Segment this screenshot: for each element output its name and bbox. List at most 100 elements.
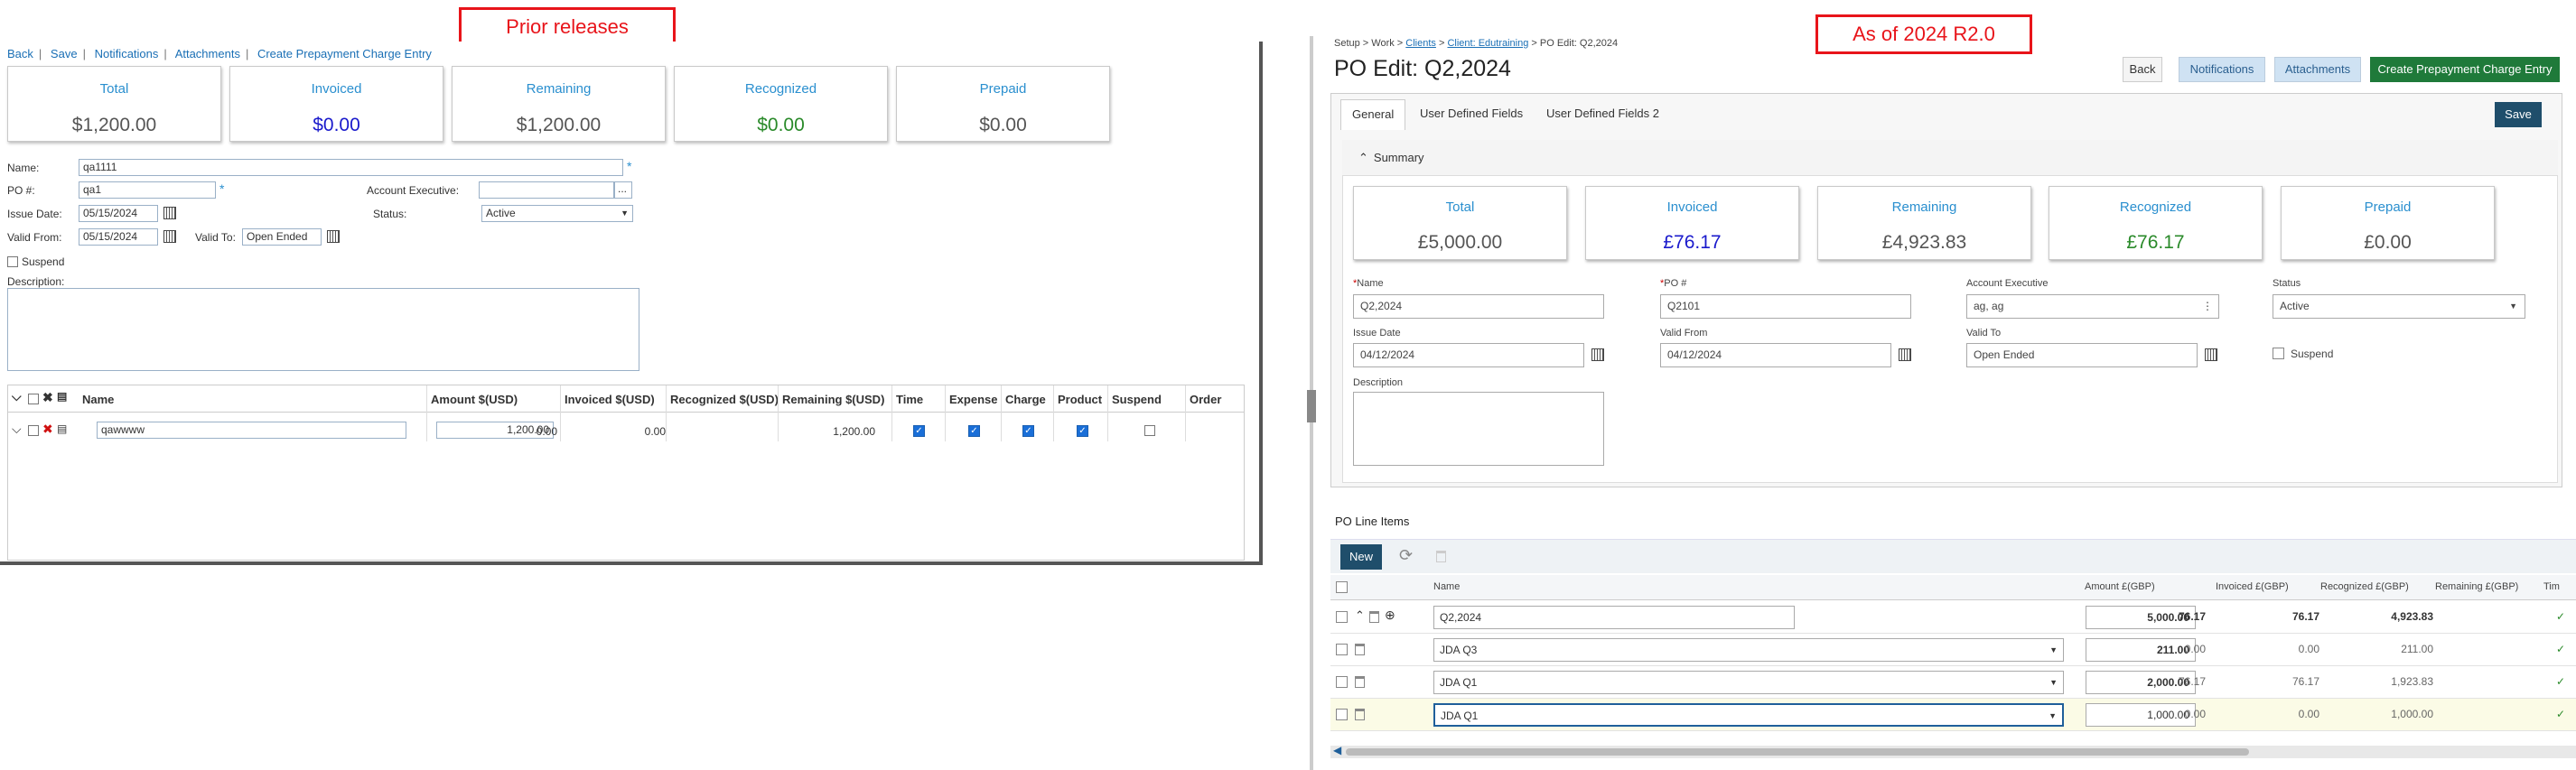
old-valid-to-field[interactable]: Open Ended: [242, 228, 322, 246]
valid-from-field[interactable]: 04/12/2024: [1660, 343, 1891, 367]
row-checkbox[interactable]: [28, 425, 39, 436]
breadcrumb-client-link[interactable]: Client: Edutraining: [1447, 38, 1528, 49]
attachments-button[interactable]: Attachments: [2274, 57, 2361, 82]
col-suspend[interactable]: Suspend: [1112, 393, 1162, 406]
breadcrumb-clients-link[interactable]: Clients: [1405, 38, 1436, 49]
select-all-checkbox[interactable]: [28, 394, 39, 404]
col-name[interactable]: Name: [1433, 581, 1460, 592]
tab-user-defined-fields[interactable]: User Defined Fields: [1409, 99, 1534, 130]
list-icon[interactable]: ▤: [57, 390, 67, 403]
valid-to-field[interactable]: Open Ended: [1966, 343, 2198, 367]
old-ae-field[interactable]: [479, 181, 614, 199]
row-checkbox[interactable]: [1336, 611, 1348, 623]
old-description-textarea[interactable]: [7, 288, 639, 371]
col-time[interactable]: Tim: [2543, 581, 2560, 592]
scrollbar-thumb[interactable]: [1346, 748, 2249, 756]
row-name-input[interactable]: Q2,2024: [1433, 606, 1795, 629]
old-prepayment-link[interactable]: Create Prepayment Charge Entry: [257, 47, 432, 60]
create-prepayment-button[interactable]: Create Prepayment Charge Entry: [2370, 57, 2560, 82]
issue-date-field[interactable]: 04/12/2024: [1353, 343, 1584, 367]
suspend-checkbox[interactable]: [1144, 425, 1155, 436]
col-amount[interactable]: Amount $(USD): [431, 393, 518, 406]
product-checkbox[interactable]: ✓: [1077, 425, 1088, 437]
row-checkbox[interactable]: [1336, 644, 1348, 655]
account-executive-field[interactable]: ag, ag ⋮: [1966, 294, 2219, 319]
select-all-checkbox[interactable]: [1336, 581, 1348, 593]
row-checkbox[interactable]: [1336, 709, 1348, 720]
pane-divider-handle[interactable]: [1307, 390, 1316, 422]
col-expense[interactable]: Expense: [949, 393, 997, 406]
col-invoiced[interactable]: Invoiced $(USD): [565, 393, 655, 406]
col-charge[interactable]: Charge: [1005, 393, 1046, 406]
add-child-icon[interactable]: ⊕: [1385, 608, 1395, 623]
old-po-field[interactable]: qa1: [79, 181, 216, 199]
summary-header[interactable]: ⌃ Summary: [1342, 140, 2558, 176]
col-remaining[interactable]: Remaining £(GBP): [2435, 581, 2518, 592]
status-select[interactable]: Active ▼: [2273, 294, 2525, 319]
notifications-button[interactable]: Notifications: [2179, 57, 2265, 82]
trash-icon[interactable]: [1355, 676, 1365, 688]
row-checkbox[interactable]: [1336, 676, 1348, 688]
delete-icon[interactable]: ✖: [42, 390, 53, 405]
old-valid-from-field[interactable]: 05/15/2024: [79, 228, 158, 246]
col-amount[interactable]: Amount £(GBP): [2085, 581, 2155, 592]
col-name[interactable]: Name: [82, 393, 114, 406]
calendar-icon[interactable]: [1899, 348, 1911, 361]
col-remaining[interactable]: Remaining $(USD): [782, 393, 884, 406]
old-issue-date-field[interactable]: 05/15/2024: [79, 205, 158, 222]
tab-user-defined-fields-2[interactable]: User Defined Fields 2: [1535, 99, 1670, 130]
col-invoiced[interactable]: Invoiced £(GBP): [2216, 581, 2289, 592]
row-name-input[interactable]: qawwww: [97, 422, 406, 439]
description-textarea[interactable]: [1353, 392, 1604, 466]
trash-icon[interactable]: [1369, 611, 1379, 623]
col-recognized[interactable]: Recognized $(USD): [670, 393, 779, 406]
old-name-field[interactable]: qa1111: [79, 159, 623, 176]
po-field[interactable]: Q2101: [1660, 294, 1911, 319]
calendar-icon[interactable]: [1591, 348, 1604, 361]
expand-icon[interactable]: ⌵: [12, 422, 22, 437]
calendar-icon[interactable]: [163, 207, 176, 219]
time-check-icon[interactable]: ✓: [2556, 643, 2565, 655]
list-icon[interactable]: ▤: [57, 422, 67, 435]
calendar-icon[interactable]: [2205, 348, 2217, 361]
old-ae-lookup-button[interactable]: ...: [614, 181, 632, 199]
suspend-checkbox[interactable]: [2273, 348, 2284, 359]
col-time[interactable]: Time: [896, 393, 923, 406]
name-field[interactable]: Q2,2024: [1353, 294, 1604, 319]
charge-checkbox[interactable]: ✓: [1022, 425, 1034, 437]
tab-general[interactable]: General: [1340, 99, 1406, 130]
calendar-icon[interactable]: [327, 230, 340, 243]
back-button[interactable]: Back: [2123, 57, 2162, 82]
col-recognized[interactable]: Recognized £(GBP): [2320, 581, 2409, 592]
col-product[interactable]: Product: [1058, 393, 1102, 406]
chevron-up-icon[interactable]: ⌃: [1355, 608, 1365, 623]
delete-icon[interactable]: ✖: [42, 422, 53, 437]
row-name-input[interactable]: JDA Q1 ▼: [1433, 703, 2064, 727]
time-check-icon[interactable]: ✓: [2556, 708, 2565, 720]
trash-icon[interactable]: [1355, 644, 1365, 655]
save-button[interactable]: Save: [2495, 102, 2542, 127]
new-line-item-button[interactable]: New: [1340, 544, 1382, 570]
row-name-input[interactable]: JDA Q3 ▼: [1433, 638, 2064, 662]
row-amount-input[interactable]: 211.00: [2086, 638, 2196, 662]
expense-checkbox[interactable]: ✓: [968, 425, 980, 437]
scroll-left-icon[interactable]: ◀: [1333, 744, 1341, 756]
old-notifications-link[interactable]: Notifications: [95, 47, 159, 60]
old-back-link[interactable]: Back: [7, 47, 33, 60]
trash-icon[interactable]: [1355, 709, 1365, 720]
old-suspend-checkbox[interactable]: [7, 256, 18, 267]
old-attachments-link[interactable]: Attachments: [175, 47, 240, 60]
collapse-icon[interactable]: ⌵: [12, 389, 22, 404]
trash-icon[interactable]: [1436, 551, 1446, 562]
more-vertical-icon[interactable]: ⋮: [2202, 295, 2213, 318]
old-status-select[interactable]: Active ▼: [481, 205, 633, 222]
time-check-icon[interactable]: ✓: [2556, 610, 2565, 623]
col-order[interactable]: Order: [1190, 393, 1221, 406]
refresh-icon[interactable]: ⟳: [1399, 546, 1413, 565]
calendar-icon[interactable]: [163, 230, 176, 243]
time-checkbox[interactable]: ✓: [913, 425, 925, 437]
old-save-link[interactable]: Save: [51, 47, 78, 60]
row-name-input[interactable]: JDA Q1 ▼: [1433, 671, 2064, 694]
time-check-icon[interactable]: ✓: [2556, 675, 2565, 688]
row-amount-input[interactable]: 1,000.00: [2086, 703, 2196, 727]
